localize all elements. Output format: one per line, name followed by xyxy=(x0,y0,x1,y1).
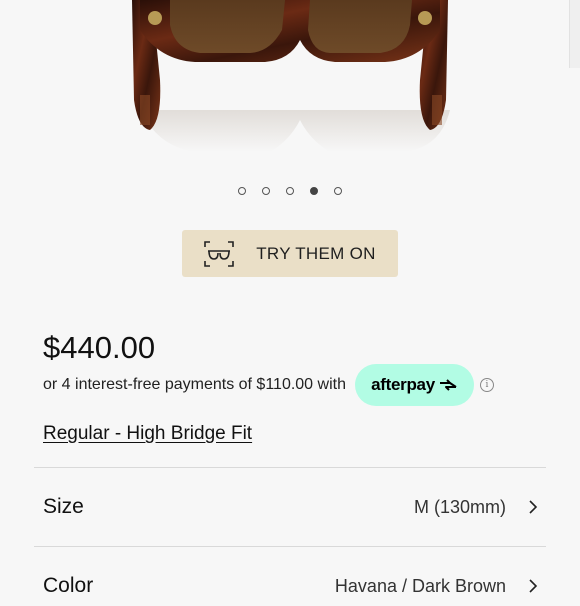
product-image[interactable] xyxy=(0,0,580,170)
carousel-dot-2[interactable] xyxy=(262,187,270,195)
product-price: $440.00 xyxy=(43,330,156,365)
divider xyxy=(34,546,546,547)
carousel-dot-1[interactable] xyxy=(238,187,246,195)
afterpay-arrows-icon xyxy=(439,379,457,391)
carousel-dot-5[interactable] xyxy=(334,187,342,195)
carousel-dot-4[interactable] xyxy=(310,187,318,195)
try-them-on-label: TRY THEM ON xyxy=(256,243,376,263)
chevron-right-icon xyxy=(529,500,538,514)
color-selector[interactable]: Color Havana / Dark Brown xyxy=(43,566,538,606)
divider xyxy=(34,467,546,468)
try-them-on-button[interactable]: TRY THEM ON xyxy=(182,230,398,277)
sunglasses-image xyxy=(132,0,450,152)
fit-link[interactable]: Regular - High Bridge Fit xyxy=(43,423,252,445)
scrollbar[interactable] xyxy=(569,0,580,68)
carousel-dot-3[interactable] xyxy=(286,187,294,195)
size-value: M (130mm) xyxy=(413,496,506,517)
afterpay-label: afterpay xyxy=(371,375,435,394)
color-label: Color xyxy=(43,574,94,597)
carousel-indicator xyxy=(0,187,580,197)
installment-info: or 4 interest-free payments of $110.00 w… xyxy=(43,364,494,406)
afterpay-badge[interactable]: afterpay xyxy=(354,364,474,406)
color-value: Havana / Dark Brown xyxy=(334,575,506,596)
installment-text: or 4 interest-free payments of $110.00 w… xyxy=(43,376,346,393)
chevron-right-icon xyxy=(529,579,538,593)
size-label: Size xyxy=(43,495,84,518)
info-icon[interactable]: i xyxy=(479,378,494,392)
size-selector[interactable]: Size M (130mm) xyxy=(43,487,538,527)
glasses-scan-icon xyxy=(204,240,235,267)
